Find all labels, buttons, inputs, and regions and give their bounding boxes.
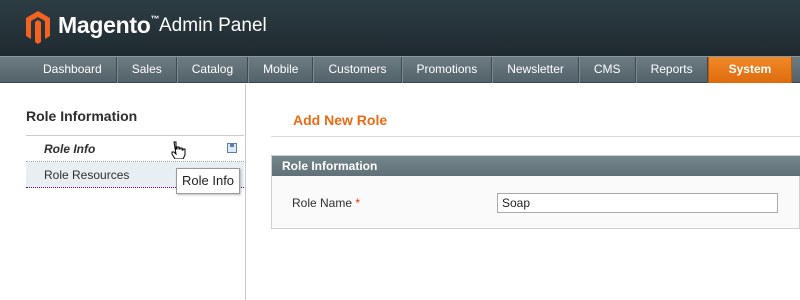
hand-pointer-icon: [171, 141, 186, 159]
role-name-input[interactable]: [497, 193, 778, 213]
tab-label: Role Resources: [44, 168, 130, 182]
magento-hex-logo-icon[interactable]: [25, 10, 51, 44]
nav-newsletter[interactable]: Newsletter: [492, 57, 579, 83]
tooltip: Role Info: [176, 168, 241, 194]
nav-system[interactable]: System: [707, 57, 793, 83]
divider: [271, 136, 800, 137]
main-nav: Dashboard Sales Catalog Mobile Customers…: [0, 56, 800, 83]
nav-catalog[interactable]: Catalog: [176, 57, 249, 83]
role-info-fieldset: Role Information Role Name *: [271, 155, 800, 229]
save-icon: [227, 143, 237, 153]
fieldset-title: Role Information: [272, 156, 800, 176]
admin-header: Magento™ Admin Panel: [0, 0, 800, 56]
tab-label: Role Info: [44, 142, 96, 156]
brand-name: Magento™: [58, 12, 160, 38]
sidebar-title: Role Information: [26, 108, 138, 124]
nav-cms[interactable]: CMS: [578, 57, 636, 83]
nav-mobile[interactable]: Mobile: [248, 57, 314, 83]
header-subtitle: Admin Panel: [159, 15, 267, 36]
tab-role-info[interactable]: Role Info: [26, 136, 244, 162]
nav-promotions[interactable]: Promotions: [401, 57, 493, 83]
page-title: Add New Role: [293, 112, 388, 128]
nav-reports[interactable]: Reports: [635, 57, 708, 83]
role-name-label: Role Name *: [292, 196, 361, 210]
nav-dashboard[interactable]: Dashboard: [29, 57, 117, 83]
nav-customers[interactable]: Customers: [313, 57, 402, 83]
nav-sales[interactable]: Sales: [116, 57, 177, 83]
required-marker: *: [355, 196, 361, 210]
